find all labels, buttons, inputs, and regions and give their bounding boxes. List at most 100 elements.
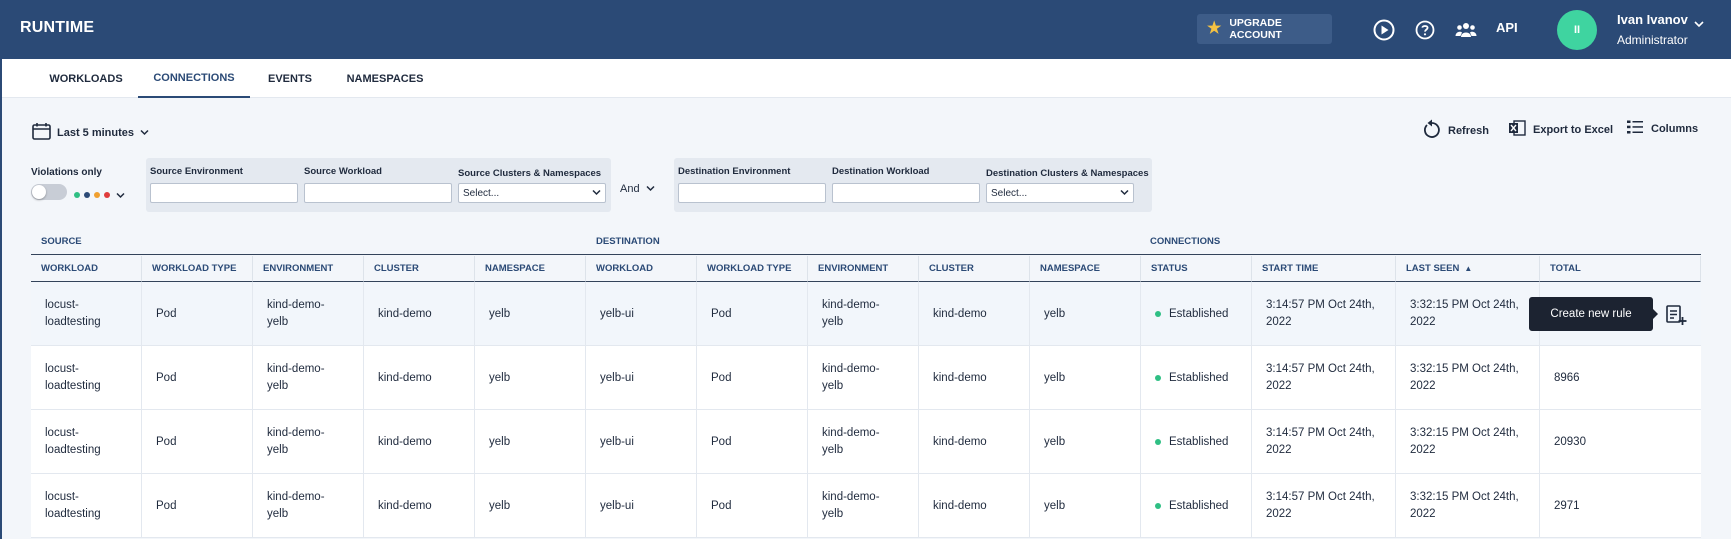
api-link[interactable]: API [1496,20,1518,35]
destination-workload-label: Destination Workload [832,166,930,177]
column-header-label: LAST SEEN [1406,263,1460,274]
top-bar: RUNTIME ★ UPGRADE ACCOUNT API II Ivan Iv… [0,0,1731,59]
cell-text: kind-demo [933,307,987,320]
team-icon[interactable] [1454,18,1478,42]
chevron-down-icon [140,127,149,139]
cell-text: kind-demo-yelb [822,427,880,456]
cell-text: kind-demo-yelb [822,299,880,328]
severity-dot [94,192,100,198]
column-header-total[interactable]: TOTAL [1540,256,1701,282]
tab-workloads[interactable]: WORKLOADS [36,59,136,98]
source-clusters-select[interactable]: Select... [458,183,606,203]
column-header-label: CLUSTER [374,263,419,274]
cell-text: kind-demo [378,499,432,512]
cell-start-time: 3:14:57 PM Oct 24th, 2022 [1252,474,1396,538]
cell-text: yelb-ui [600,371,634,384]
violations-only-label: Violations only [31,167,102,178]
cell-text: Pod [711,371,732,384]
cell-last-seen: 3:32:15 PM Oct 24th, 2022 [1396,410,1540,474]
cell-src-cluster: kind-demo [364,282,475,346]
cell-src-namespace: yelb [475,282,586,346]
columns-button[interactable]: Columns [1626,119,1698,138]
column-header-start-time[interactable]: START TIME [1252,256,1396,282]
column-header-dst-workload[interactable]: WORKLOAD [586,256,697,282]
cell-text: yelb-ui [600,435,634,448]
cell-text: 8966 [1554,371,1580,384]
column-header-dst-cluster[interactable]: CLUSTER [919,256,1030,282]
cell-dst-namespace: yelb [1030,346,1141,410]
source-environment-input[interactable] [150,183,298,203]
export-excel-button[interactable]: Export to Excel [1508,119,1613,140]
column-header-last-seen[interactable]: LAST SEEN ▲ [1396,256,1540,282]
destination-environment-input[interactable] [678,183,826,203]
cell-src-workload-type: Pod [142,346,253,410]
cell-text: locust-loadtesting [45,427,101,456]
column-header-label: ENVIRONMENT [818,263,889,274]
refresh-button[interactable]: Refresh [1423,119,1489,142]
table-row[interactable]: locust-loadtesting Pod kind-demo-yelb kind-… [31,282,1701,346]
cell-text: yelb [1044,499,1066,512]
cell-text: 20930 [1554,435,1586,448]
cell-src-environment: kind-demo-yelb [253,410,364,474]
cell-src-workload-type: Pod [142,474,253,538]
table-row[interactable]: locust-loadtesting Pod kind-demo-yelb kind-… [31,474,1701,538]
cell-text: yelb [489,499,511,512]
tab-events[interactable]: EVENTS [258,59,322,98]
cell-dst-environment: kind-demo-yelb [808,474,919,538]
play-icon[interactable] [1372,18,1396,42]
tab-connections[interactable]: CONNECTIONS [138,59,250,98]
avatar[interactable]: II [1557,10,1597,50]
column-header-label: NAMESPACE [485,263,545,274]
cell-text: locust-loadtesting [45,491,101,520]
destination-workload-input[interactable] [832,183,980,203]
cell-text: Established [1169,307,1229,320]
chevron-down-icon[interactable] [1694,15,1704,33]
cell-text: Pod [156,371,177,384]
time-range-select[interactable]: Last 5 minutes [32,122,149,143]
cell-text: 3:32:15 PM Oct 24th, 2022 [1410,491,1519,520]
sort-ascending-icon: ▲ [1464,264,1473,273]
column-header-dst-environment[interactable]: ENVIRONMENT [808,256,919,282]
source-clusters-label: Source Clusters & Namespaces [458,168,602,179]
column-header-dst-workload-type[interactable]: WORKLOAD TYPE [697,256,808,282]
cell-dst-environment: kind-demo-yelb [808,410,919,474]
cell-dst-workload: yelb-ui [586,474,697,538]
column-header-status[interactable]: STATUS [1141,256,1252,282]
column-header-src-cluster[interactable]: CLUSTER [364,256,475,282]
cell-text: kind-demo [378,371,432,384]
tab-namespaces[interactable]: NAMESPACES [336,59,434,98]
cell-last-seen: 3:32:15 PM Oct 24th, 2022 [1396,346,1540,410]
cell-dst-workload: yelb-ui [586,282,697,346]
cell-src-environment: kind-demo-yelb [253,474,364,538]
cell-last-seen: 3:32:15 PM Oct 24th, 2022 [1396,282,1540,346]
help-icon[interactable] [1413,18,1437,42]
cell-text: kind-demo [933,435,987,448]
cell-dst-workload-type: Pod [697,410,808,474]
violations-only-toggle[interactable] [31,184,67,200]
column-header-dst-namespace[interactable]: NAMESPACE [1030,256,1141,282]
upgrade-account-label: UPGRADE ACCOUNT [1229,17,1282,41]
cell-src-workload-type: Pod [142,282,253,346]
column-header-label: WORKLOAD TYPE [707,263,792,274]
cell-src-namespace: yelb [475,346,586,410]
severity-select[interactable] [74,186,125,204]
create-rule-icon[interactable] [1665,304,1687,326]
chevron-down-icon [592,188,601,199]
cell-last-seen: 3:32:15 PM Oct 24th, 2022 [1396,474,1540,538]
cell-text: 3:14:57 PM Oct 24th, 2022 [1266,427,1375,456]
cell-src-cluster: kind-demo [364,346,475,410]
column-header-src-namespace[interactable]: NAMESPACE [475,256,586,282]
table-row[interactable]: locust-loadtesting Pod kind-demo-yelb kind-… [31,410,1701,474]
column-header-src-workload-type[interactable]: WORKLOAD TYPE [142,256,253,282]
table-row[interactable]: locust-loadtesting Pod kind-demo-yelb kind-… [31,346,1701,410]
user-name[interactable]: Ivan Ivanov [1617,12,1688,27]
columns-label: Columns [1651,122,1699,135]
cell-src-cluster: kind-demo [364,410,475,474]
cell-text: Pod [156,499,177,512]
upgrade-account-button[interactable]: ★ UPGRADE ACCOUNT [1197,14,1332,44]
source-workload-input[interactable] [304,183,452,203]
filter-operator-select[interactable]: And [620,183,655,195]
destination-clusters-select[interactable]: Select... [986,183,1134,203]
column-header-src-environment[interactable]: ENVIRONMENT [253,256,364,282]
column-header-src-workload[interactable]: WORKLOAD [31,256,142,282]
